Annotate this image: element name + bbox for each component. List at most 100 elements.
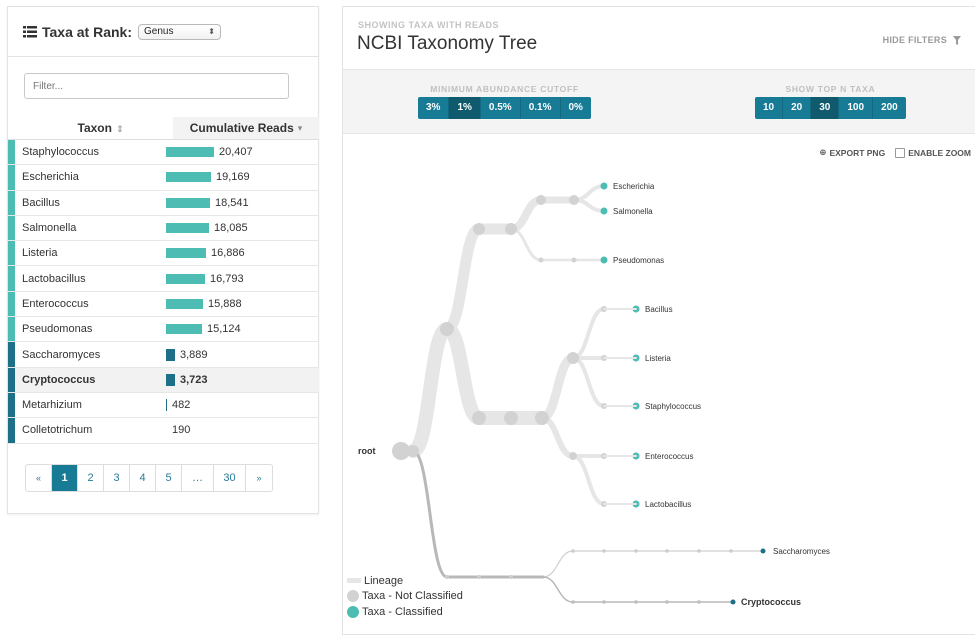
column-header-taxon[interactable]: Taxon ⇕ xyxy=(8,121,173,135)
reads-bar xyxy=(166,172,211,183)
lineage-link xyxy=(441,223,485,335)
row-color-stripe xyxy=(8,215,15,241)
tree-node[interactable] xyxy=(473,223,485,235)
reads-bar xyxy=(166,348,175,361)
table-row[interactable]: Enterococcus 15,888 xyxy=(8,291,319,318)
tree-label-saccharomyces: Saccharomyces xyxy=(773,547,830,556)
table-row[interactable]: Saccharomyces 3,889 xyxy=(8,342,319,368)
lineage-link xyxy=(440,322,486,425)
lineage-link xyxy=(406,322,454,458)
row-reads: 19,169 xyxy=(166,171,250,183)
leaf-node-salmonella[interactable] xyxy=(600,207,608,215)
tree-label-enterococcus: Enterococcus xyxy=(645,452,693,461)
lineage-link xyxy=(571,454,606,506)
taxonomy-tree[interactable]: root Escherichia Salmonella Pseudomonas Baci… xyxy=(343,7,975,636)
legend-classified-label: Taxa - Classified xyxy=(362,605,443,618)
reads-bar xyxy=(166,197,210,208)
tree-node[interactable] xyxy=(634,549,638,553)
row-reads: 3,723 xyxy=(166,373,208,386)
row-taxon-name: Pseudomonas xyxy=(22,323,93,336)
tree-node[interactable] xyxy=(535,411,549,425)
page-prev-button[interactable]: « xyxy=(26,465,52,491)
page-button-1[interactable]: 1 xyxy=(52,465,78,491)
row-taxon-name: Cryptococcus xyxy=(22,373,96,386)
tree-node[interactable] xyxy=(602,549,606,553)
column-header-reads[interactable]: Cumulative Reads ▾ xyxy=(173,117,319,139)
table-row[interactable]: Bacillus 18,541 xyxy=(8,190,319,216)
tree-label-staphylococcus: Staphylococcus xyxy=(645,402,701,411)
table-row[interactable]: Listeria 16,886 xyxy=(8,241,319,267)
tree-node[interactable] xyxy=(697,549,701,553)
leaf-node-saccharomyces[interactable] xyxy=(760,548,766,554)
tree-node[interactable] xyxy=(505,223,517,235)
row-taxon-name: Bacillus xyxy=(22,196,60,209)
row-color-stripe xyxy=(8,140,15,165)
page-next-button[interactable]: » xyxy=(246,465,272,491)
table-row[interactable]: Salmonella 18,085 xyxy=(8,215,319,242)
leaf-node-escherichia[interactable] xyxy=(600,182,608,190)
table-row[interactable]: Cryptococcus 3,723 xyxy=(8,367,319,393)
rank-select[interactable]: Genus ⬍ xyxy=(138,23,221,40)
tree-label-salmonella: Salmonella xyxy=(613,207,653,216)
row-color-stripe xyxy=(8,367,15,392)
tree-node[interactable] xyxy=(729,549,733,553)
row-color-stripe xyxy=(8,266,15,291)
tree-node[interactable] xyxy=(697,600,701,604)
tree-label-lactobacillus: Lactobacillus xyxy=(645,500,691,509)
legend-lineage-label: Lineage xyxy=(364,574,404,587)
tree-node[interactable] xyxy=(504,411,518,425)
tree-label-cryptococcus: Cryptococcus xyxy=(741,597,801,607)
table-row[interactable]: Escherichia 19,169 xyxy=(8,165,319,191)
page-button-2[interactable]: 2 xyxy=(78,465,104,491)
page-button-5[interactable]: 5 xyxy=(156,465,182,491)
leaf-node-pseudomonas[interactable] xyxy=(600,256,608,264)
lineage-link xyxy=(542,576,574,603)
tree-node[interactable] xyxy=(509,575,513,579)
row-taxon-name: Metarhizium xyxy=(22,399,82,412)
lineage-link xyxy=(542,550,574,578)
reads-bar xyxy=(166,298,203,309)
tree-node[interactable] xyxy=(536,195,546,205)
tree-node[interactable] xyxy=(538,257,544,263)
tree-node[interactable] xyxy=(665,600,669,604)
tree-node[interactable] xyxy=(602,600,606,604)
table-row[interactable]: Pseudomonas 15,124 xyxy=(8,317,319,343)
taxa-panel-header: Taxa at Rank: Genus ⬍ xyxy=(8,7,318,57)
reads-bar xyxy=(166,248,206,259)
page-button-4[interactable]: 4 xyxy=(130,465,156,491)
tree-node[interactable] xyxy=(477,575,481,579)
legend: Lineage Taxa - Not Classified Taxa - Cla… xyxy=(347,573,463,620)
tree-node[interactable] xyxy=(472,411,486,425)
table-row[interactable]: Metarhizium 482 xyxy=(8,392,319,419)
page-button-3[interactable]: 3 xyxy=(104,465,130,491)
tree-node[interactable] xyxy=(571,549,575,553)
table-row[interactable]: Lactobacillus 16,793 xyxy=(8,266,319,292)
tree-node[interactable] xyxy=(665,549,669,553)
table-header: Taxon ⇕ Cumulative Reads ▾ xyxy=(8,117,319,140)
reads-value: 482 xyxy=(172,399,191,412)
legend-lineage: Lineage xyxy=(347,573,463,589)
row-color-stripe xyxy=(8,418,15,443)
tree-node[interactable] xyxy=(567,352,579,364)
table-row[interactable]: Colletotrichum 190 xyxy=(8,418,319,444)
row-taxon-name: Colletotrichum xyxy=(22,424,93,437)
tree-node[interactable] xyxy=(440,322,454,336)
lineage-link xyxy=(507,196,545,233)
lineage-link xyxy=(509,227,543,262)
tree-node[interactable] xyxy=(407,445,419,457)
tree-node[interactable] xyxy=(569,195,579,205)
tree-node[interactable] xyxy=(571,600,575,604)
tree-panel: SHOWING TAXA WITH READS NCBI Taxonomy Tr… xyxy=(342,6,975,635)
filter-input[interactable] xyxy=(24,73,289,99)
rank-label: Taxa at Rank: xyxy=(42,23,132,40)
reads-bar xyxy=(166,373,175,386)
reads-value: 18,541 xyxy=(215,196,249,209)
leaf-node-cryptococcus[interactable] xyxy=(730,599,736,605)
tree-node[interactable] xyxy=(569,452,577,460)
reads-bar xyxy=(166,147,214,158)
reads-value: 3,889 xyxy=(180,348,208,361)
page-button-30[interactable]: 30 xyxy=(214,465,246,491)
tree-node[interactable] xyxy=(634,600,638,604)
table-row[interactable]: Staphylococcus 20,407 xyxy=(8,140,319,166)
tree-node[interactable] xyxy=(571,257,577,263)
